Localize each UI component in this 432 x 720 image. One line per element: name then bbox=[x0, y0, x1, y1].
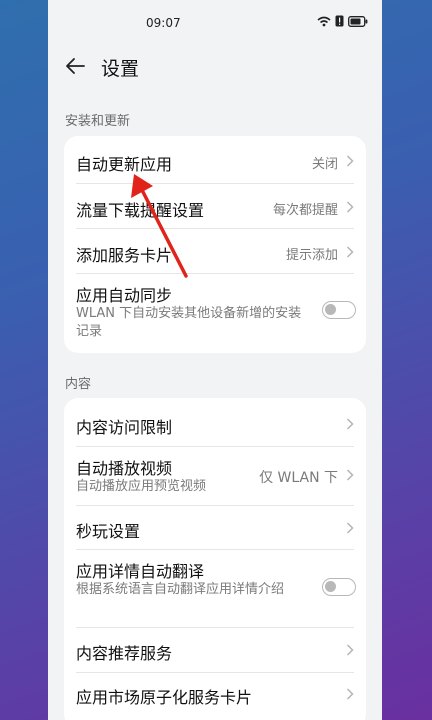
download-reminder-row[interactable]: 流量下载提醒设置 每次都提醒 bbox=[64, 184, 366, 228]
row-title: 秒玩设置 bbox=[76, 522, 141, 541]
install-card: 自动更新应用 关闭 流量下载提醒设置 每次都提醒 添加服务卡片 提示添加 应用自… bbox=[64, 136, 366, 353]
row-title: 内容访问限制 bbox=[76, 418, 173, 437]
title-bar: 设置 bbox=[48, 46, 382, 90]
status-icons bbox=[317, 15, 368, 27]
content-restriction-row[interactable]: 内容访问限制 bbox=[64, 398, 366, 446]
section-label-install: 安装和更新 bbox=[65, 114, 131, 129]
row-title: 自动更新应用 bbox=[76, 155, 173, 174]
chevron-right-icon bbox=[346, 522, 354, 534]
status-bar: 09:07 bbox=[48, 0, 382, 46]
phone-screen: 09:07 设置 安装和更新 自动更新应用 关闭 流量下载提醒设置 每次都提醒 … bbox=[48, 0, 382, 720]
back-arrow-icon[interactable] bbox=[64, 55, 86, 77]
add-service-card-row[interactable]: 添加服务卡片 提示添加 bbox=[64, 229, 366, 273]
chevron-right-icon bbox=[346, 418, 354, 430]
autoplay-video-row[interactable]: 自动播放视频 自动播放应用预览视频 仅 WLAN 下 bbox=[64, 447, 366, 505]
chevron-right-icon bbox=[346, 246, 354, 258]
row-title: 应用自动同步 bbox=[76, 286, 173, 305]
row-title: 添加服务卡片 bbox=[76, 246, 173, 265]
row-title: 流量下载提醒设置 bbox=[76, 201, 205, 220]
row-value: 每次都提醒 bbox=[272, 203, 338, 218]
status-time: 09:07 bbox=[146, 16, 181, 30]
auto-sync-toggle[interactable] bbox=[322, 301, 356, 319]
row-title: 内容推荐服务 bbox=[76, 644, 173, 663]
row-title: 应用市场原子化服务卡片 bbox=[76, 688, 253, 707]
row-value: 关闭 bbox=[311, 157, 338, 172]
auto-sync-row[interactable]: 应用自动同步 WLAN 下自动安装其他设备新增的安装记录 bbox=[64, 274, 366, 353]
row-subtitle: WLAN 下自动安装其他设备新增的安装记录 bbox=[76, 306, 302, 339]
wifi-icon bbox=[317, 16, 331, 26]
chevron-right-icon bbox=[346, 201, 354, 213]
row-title: 应用详情自动翻译 bbox=[76, 562, 205, 581]
page-title: 设置 bbox=[101, 58, 140, 80]
row-subtitle: 根据系统语言自动翻译应用详情介绍 bbox=[76, 582, 285, 597]
row-value: 仅 WLAN 下 bbox=[259, 470, 338, 486]
instant-play-row[interactable]: 秒玩设置 bbox=[64, 506, 366, 549]
atomic-service-card-row[interactable]: 应用市场原子化服务卡片 bbox=[64, 673, 366, 718]
row-title: 自动播放视频 bbox=[76, 459, 173, 478]
auto-translate-row[interactable]: 应用详情自动翻译 根据系统语言自动翻译应用详情介绍 bbox=[64, 550, 366, 627]
section-label-content: 内容 bbox=[65, 377, 92, 392]
row-value: 提示添加 bbox=[285, 248, 338, 263]
auto-update-row[interactable]: 自动更新应用 关闭 bbox=[64, 136, 366, 183]
chevron-right-icon bbox=[346, 688, 354, 700]
chevron-right-icon bbox=[346, 644, 354, 656]
sim-alert-icon bbox=[335, 15, 344, 27]
battery-icon bbox=[348, 15, 368, 27]
content-card: 内容访问限制 自动播放视频 自动播放应用预览视频 仅 WLAN 下 秒玩设置 应… bbox=[64, 398, 366, 720]
auto-translate-toggle[interactable] bbox=[322, 578, 356, 596]
chevron-right-icon bbox=[346, 469, 354, 481]
recommendation-service-row[interactable]: 内容推荐服务 bbox=[64, 628, 366, 672]
chevron-right-icon bbox=[346, 155, 354, 167]
